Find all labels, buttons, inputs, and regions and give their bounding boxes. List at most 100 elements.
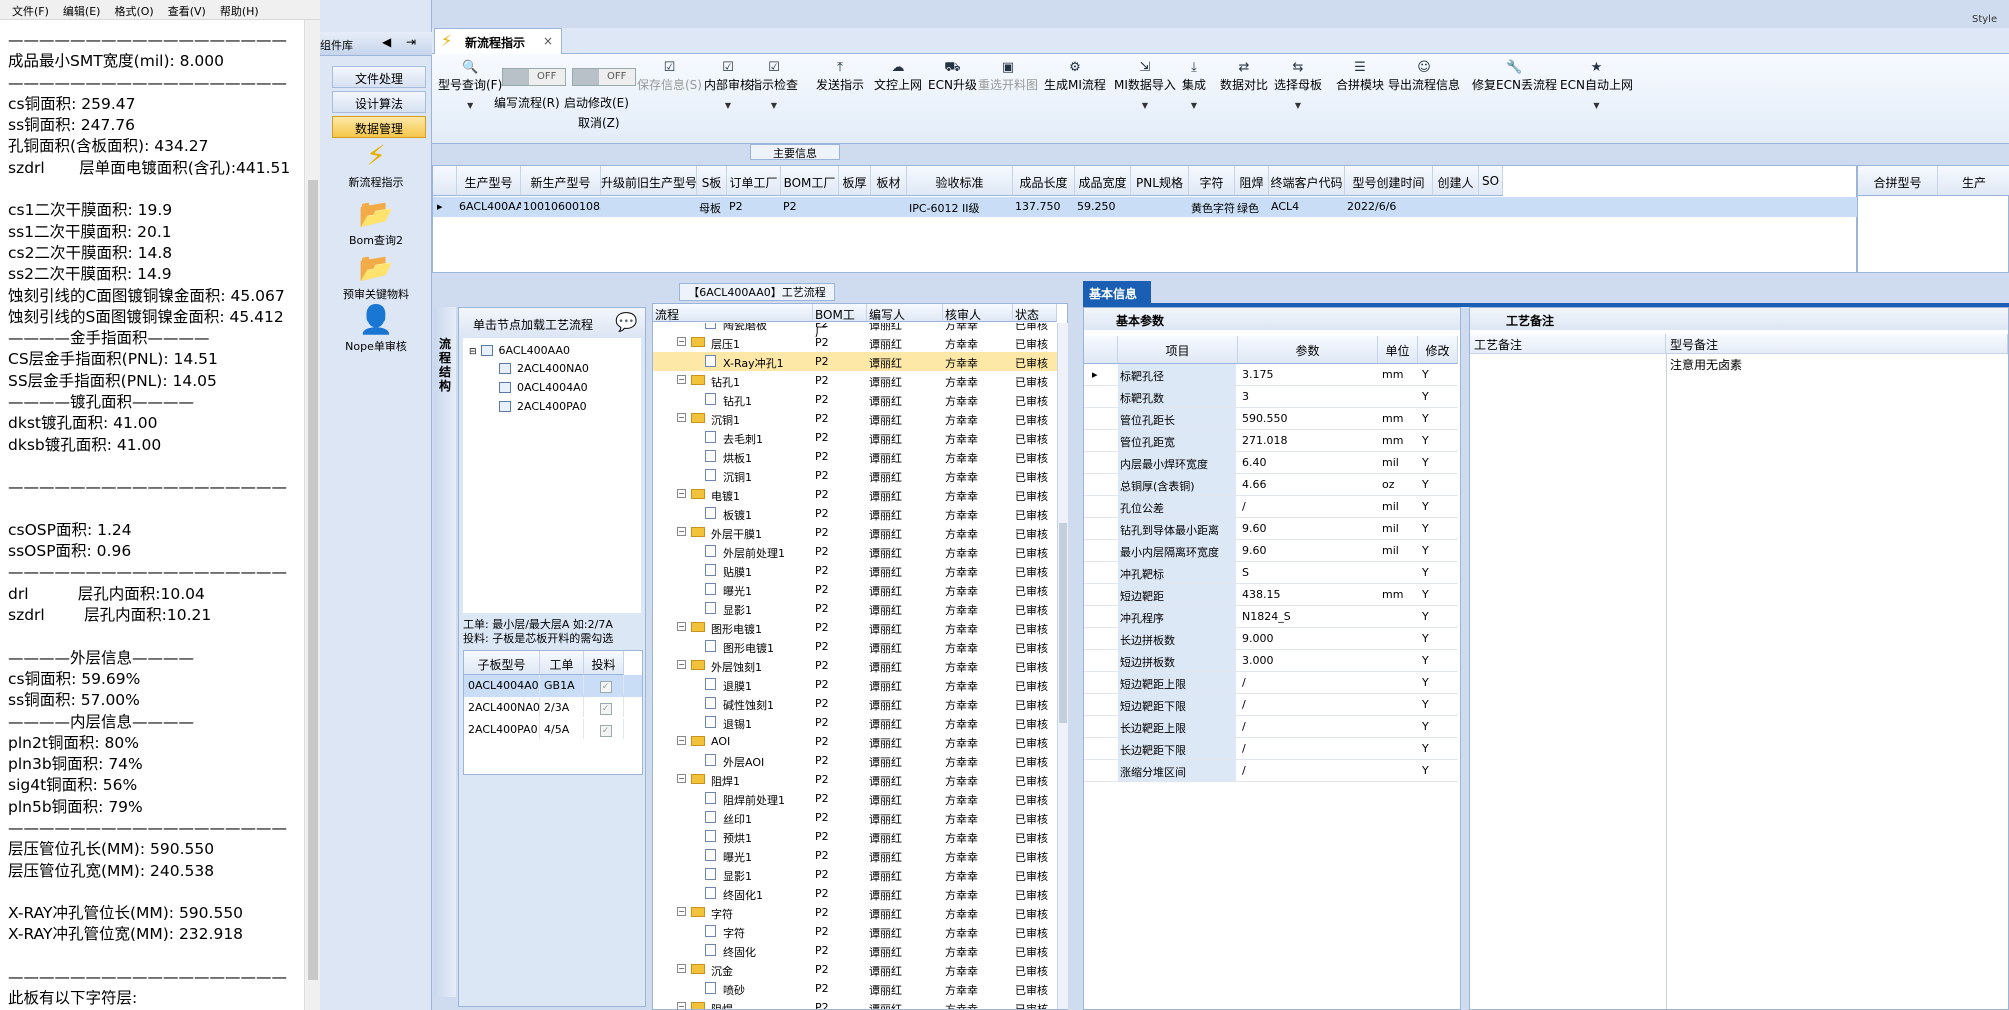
flow-row[interactable]: − 阻焊 P2 谭丽红 方幸幸 已审核 [653,998,1057,1009]
table-cell[interactable]: 10010600108324 [523,197,601,217]
table-cell[interactable] [603,197,697,217]
param-row[interactable]: 管位孔距宽 271.018 mm Y [1084,430,1458,452]
param-value[interactable]: / [1242,764,1246,777]
param-modify[interactable]: Y [1422,742,1429,755]
param-value[interactable]: / [1242,720,1246,733]
param-row[interactable]: 标靶孔数 3 Y [1084,386,1458,408]
flow-row[interactable]: − 阻焊1 P2 谭丽红 方幸幸 已审核 [653,770,1057,789]
nav-nope-review[interactable]: 👤 Nope单审核 [320,304,432,354]
param-value[interactable]: / [1242,742,1246,755]
param-modify[interactable]: Y [1422,588,1429,601]
table-cell[interactable]: ACL4 [1271,197,1345,217]
param-value[interactable]: S [1242,566,1249,579]
table-cell[interactable] [841,197,871,217]
table-cell[interactable]: 0ACL4004A0 [464,675,540,695]
column-header[interactable]: 创建人 [1433,166,1479,196]
nav-bom-query[interactable]: 📂 Bom查询2 [320,198,432,248]
menu-format[interactable]: 格式(O) [114,3,153,19]
column-header[interactable]: 成品长度 [1013,166,1075,196]
table-cell[interactable] [1481,197,1503,217]
column-header[interactable]: 参数 [1238,336,1378,364]
notepad-scrollbar[interactable] [304,20,320,1010]
table-cell[interactable]: 59.250 [1077,197,1131,217]
table-cell[interactable]: 6ACL400AA0 [459,197,521,217]
collapse-icon[interactable]: − [677,1002,686,1009]
table-row[interactable]: 2ACL400PA0 4/5A ✓ [464,719,642,741]
flow-row[interactable]: − 字符 P2 谭丽红 方幸幸 已审核 [653,903,1057,922]
collapse-icon[interactable]: − [677,375,686,384]
param-modify[interactable]: Y [1422,654,1429,667]
table-cell[interactable] [1133,197,1189,217]
param-row[interactable]: 孔位公差 / mil Y [1084,496,1458,518]
param-value[interactable]: 6.40 [1242,456,1267,469]
param-row[interactable]: 总铜厚(含表铜) 4.66 oz Y [1084,474,1458,496]
feed-checkbox[interactable]: ✓ [599,681,612,693]
flow-row[interactable]: 退膜1 P2 谭丽红 方幸幸 已审核 [653,675,1057,694]
param-modify[interactable]: Y [1422,522,1429,535]
column-header[interactable]: SO [1479,166,1503,196]
nav-prereview[interactable]: 📂 预审关键物料 [320,252,432,302]
flow-row[interactable]: 钻孔1 P2 谭丽红 方幸幸 已审核 [653,390,1057,409]
column-header[interactable]: 子板型号 [464,651,540,675]
flow-row[interactable]: − 图形电镀1 P2 谭丽红 方幸幸 已审核 [653,618,1057,637]
param-value[interactable]: / [1242,500,1246,513]
style-label[interactable]: Style [1972,14,1997,25]
collapse-icon[interactable]: − [677,660,686,669]
param-modify[interactable]: Y [1422,456,1429,469]
column-header[interactable]: 阻焊 [1235,166,1269,196]
table-cell[interactable]: 2/3A [540,697,584,717]
toolbar-button-4[interactable]: ☑ 内部审核 ▼ [704,60,752,110]
toolbar-button-14[interactable]: ⇆ 选择母板 ▼ [1274,60,1322,110]
column-header[interactable]: 型号备注 [1666,334,2008,354]
chevron-down-icon[interactable]: ▼ [704,101,752,110]
param-row[interactable]: 钻孔到导体最小距离 9.60 mil Y [1084,518,1458,540]
chevron-down-icon[interactable]: ▼ [1114,101,1176,110]
table-cell[interactable]: 2ACL400PA0 [464,719,540,739]
menu-help[interactable]: 帮助(H) [220,3,259,19]
toolbar-button-6[interactable]: ⤒ 发送指示 [816,60,864,93]
feed-checkbox[interactable]: ✓ [599,703,612,715]
param-value[interactable]: 3 [1242,390,1249,403]
column-header[interactable]: 生产 [1938,166,2009,196]
collapse-icon[interactable]: − [677,337,686,346]
toolbar-button-16[interactable]: ☺ 导出流程信息 [1388,60,1460,93]
table-row[interactable]: 2ACL400NA0 2/3A ✓ [464,697,642,719]
toolbar-button-3[interactable]: ☑ 保存信息(S) [637,60,702,93]
flow-row[interactable]: 阻焊前处理1 P2 谭丽红 方幸幸 已审核 [653,789,1057,808]
toolbar-button-7[interactable]: ☁ 文控上网 [874,60,922,93]
toolbar-button-18[interactable]: ★ ECN自动上网 ▼ [1560,60,1633,110]
column-header[interactable]: BOM工厂 [813,304,867,339]
flow-row[interactable]: X-Ray冲孔1 P2 谭丽红 方幸幸 已审核 [653,352,1057,371]
column-header[interactable]: 升级前旧生产型号 [601,166,697,196]
collapse-icon[interactable]: − [677,413,686,422]
flow-row[interactable]: − 层压1 P2 谭丽红 方幸幸 已审核 [653,333,1057,352]
param-row[interactable]: 长边靶距下限 / Y [1084,738,1458,760]
flow-scrollbar[interactable] [1057,323,1068,1009]
toolbar-button-8[interactable]: ⛟ ECN升级 [928,60,977,93]
param-modify[interactable]: Y [1422,566,1429,579]
flow-row[interactable]: 外层前处理1 P2 谭丽红 方幸幸 已审核 [653,542,1057,561]
column-header[interactable]: 字符 [1189,166,1235,196]
param-row[interactable]: 短边靶距上限 / Y [1084,672,1458,694]
param-value[interactable]: 9.60 [1242,522,1267,535]
table-cell[interactable] [873,197,907,217]
table-cell[interactable]: 黄色字符 [1191,197,1235,217]
collapse-icon[interactable]: − [677,907,686,916]
column-header[interactable]: 状态 [1013,304,1057,322]
column-header[interactable]: 工单 [540,651,584,675]
collapse-icon[interactable]: − [677,774,686,783]
column-header[interactable]: 核审人 [943,304,1013,322]
table-cell[interactable] [1435,197,1479,217]
param-modify[interactable]: Y [1422,698,1429,711]
flow-row[interactable]: 预烘1 P2 谭丽红 方幸幸 已审核 [653,827,1057,846]
flow-row[interactable]: − 沉铜1 P2 谭丽红 方幸幸 已审核 [653,409,1057,428]
menu-edit[interactable]: 编辑(E) [63,3,101,19]
table-cell[interactable]: 2022/6/6 [1347,197,1433,217]
flow-row[interactable]: 喷砂 P2 谭丽红 方幸幸 已审核 [653,979,1057,998]
param-row[interactable]: 内层最小焊环宽度 6.40 mil Y [1084,452,1458,474]
scrollbar-thumb[interactable] [308,180,318,980]
param-modify[interactable]: Y [1422,478,1429,491]
arrow-left-icon[interactable]: ◀ [382,35,391,49]
param-row[interactable]: 最小内层隔离环宽度 9.60 mil Y [1084,540,1458,562]
chevron-down-icon[interactable]: ▼ [1274,101,1322,110]
